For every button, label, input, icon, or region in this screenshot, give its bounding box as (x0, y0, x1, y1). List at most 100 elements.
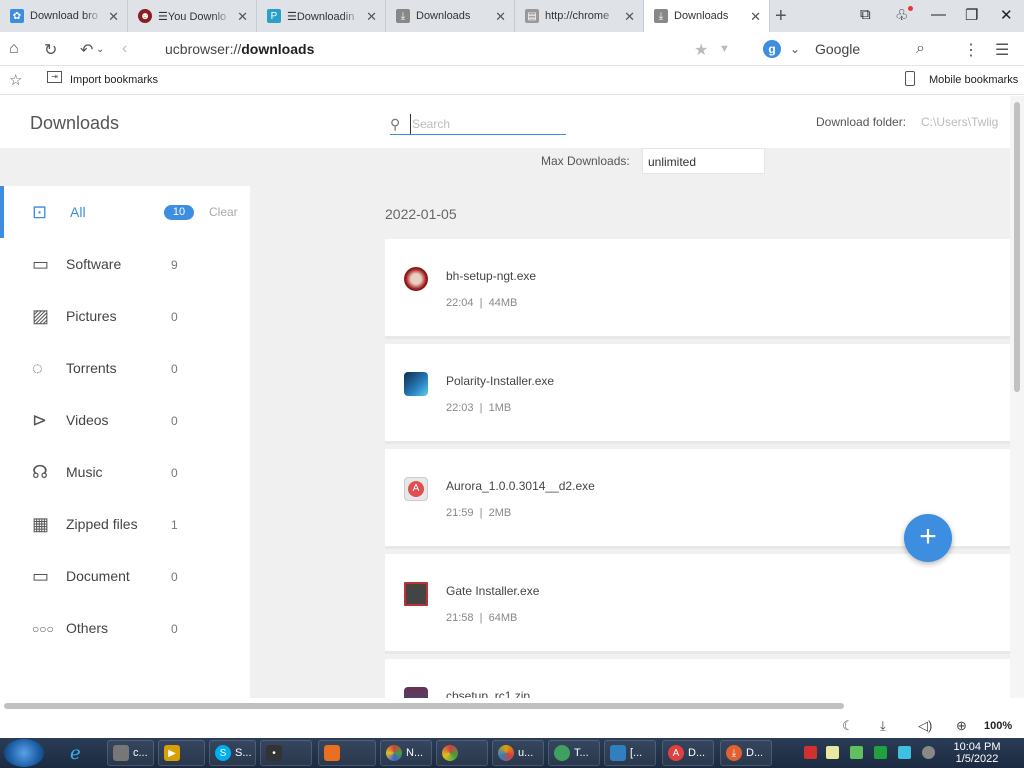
tab-chrome-url[interactable]: ▤ http://chrome ✕ (515, 0, 644, 32)
close-tab-icon[interactable]: ✕ (495, 9, 506, 25)
file-time: 21:59 (446, 507, 474, 519)
category-all[interactable]: ⊡ All 10 Clear (0, 186, 250, 238)
category-torrents[interactable]: ◌ Torrents 0 (0, 342, 250, 394)
mobile-bookmarks-link[interactable]: Mobile bookmarks (929, 74, 1018, 86)
download-item[interactable]: Polarity-Installer.exe 22:03 | 1MB (385, 344, 1010, 444)
import-bookmarks-link[interactable]: Import bookmarks (70, 74, 158, 86)
category-pictures[interactable]: ▨ Pictures 0 (0, 290, 250, 342)
close-window-icon[interactable]: ✕ (1000, 6, 1013, 24)
taskbar-item[interactable]: T... (548, 740, 600, 766)
add-download-button[interactable]: + (904, 514, 952, 562)
search-engine-icon[interactable]: g (763, 40, 781, 58)
file-name[interactable]: Aurora_1.0.0.3014__d2.exe (446, 479, 595, 493)
hamburger-menu-icon[interactable]: ☰ (995, 40, 1009, 60)
taskbar-item[interactable]: • (260, 740, 312, 766)
horizontal-scrollbar[interactable] (0, 698, 1024, 714)
tab-download-browser[interactable]: ✿ Download bro ✕ (0, 0, 128, 32)
tray-icon[interactable] (850, 746, 863, 759)
search-box: ⚲ (390, 114, 566, 135)
headphones-icon: ☊ (32, 462, 48, 482)
undo-icon[interactable]: ↶ (80, 40, 93, 60)
download-folder-path[interactable]: C:\Users\Twlig (921, 115, 998, 129)
windows-taskbar: ℯ c... ▶ S S... • N... u... T... [... A D.… (0, 738, 1024, 768)
download-item[interactable]: Gate Installer.exe 21:58 | 64MB (385, 554, 1010, 654)
new-tab-icon[interactable]: + (775, 5, 787, 28)
back-icon[interactable]: ‹ (122, 40, 127, 58)
scroll-thumb[interactable] (1014, 102, 1020, 392)
zoom-icon[interactable]: ⊕ (956, 718, 967, 734)
reload-icon[interactable]: ↻ (44, 40, 57, 60)
download-item[interactable]: bh-setup-ngt.exe 22:04 | 44MB (385, 239, 1010, 339)
category-zipped-files[interactable]: ▦ Zipped files 1 (0, 498, 250, 550)
tab-downloading[interactable]: P ☰Downloadin ✕ (257, 0, 386, 32)
taskbar-item[interactable] (436, 740, 488, 766)
tray-icon[interactable] (804, 746, 817, 759)
close-tab-icon[interactable]: ✕ (366, 9, 377, 25)
internet-explorer-icon[interactable]: ℯ (70, 743, 81, 764)
file-name[interactable]: cbsetup_rc1.zip (446, 689, 530, 698)
category-videos[interactable]: ⊳ Videos 0 (0, 394, 250, 446)
tray-icon[interactable] (922, 746, 935, 759)
clock-time: 10:04 PM (953, 741, 1001, 753)
engine-dropdown-icon[interactable]: ⌄ (790, 42, 800, 56)
tab-downloads-active[interactable]: ⤓ Downloads ✕ (644, 0, 770, 32)
taskbar-item[interactable]: S S... (209, 740, 256, 766)
window-tiles-icon[interactable]: ⧉ (860, 6, 871, 23)
start-button[interactable] (4, 739, 44, 767)
p-logo-icon: P (267, 9, 281, 23)
file-name[interactable]: bh-setup-ngt.exe (446, 269, 536, 283)
bookmark-dropdown-icon[interactable]: ▼ (719, 43, 730, 55)
max-downloads-select[interactable]: unlimited (642, 148, 765, 174)
search-icon[interactable]: ⌕ (916, 40, 925, 58)
zoom-level[interactable]: 100% (984, 720, 1012, 732)
page-title: Downloads (30, 113, 120, 133)
taskbar-item[interactable]: c... (107, 740, 154, 766)
taskbar-item[interactable]: ⤓ D... (720, 740, 772, 766)
more-menu-icon[interactable]: ⋮ (963, 40, 979, 60)
minimize-icon[interactable]: — (931, 6, 946, 23)
tab-downloads-1[interactable]: ⤓ Downloads ✕ (386, 0, 515, 32)
app-icon (113, 745, 129, 761)
close-tab-icon[interactable]: ✕ (624, 9, 635, 25)
taskbar-item[interactable] (318, 740, 376, 766)
maximize-icon[interactable]: ❐ (965, 6, 978, 24)
taskbar-item[interactable]: N... (380, 740, 432, 766)
category-others[interactable]: ○○○ Others 0 (0, 602, 250, 654)
tray-icon[interactable] (898, 746, 911, 759)
file-name[interactable]: Gate Installer.exe (446, 584, 539, 598)
address-bar[interactable]: ucbrowser://downloads (165, 41, 314, 57)
star-outline-icon[interactable]: ☆ (9, 71, 22, 89)
search-engine-name[interactable]: Google (815, 41, 860, 57)
close-tab-icon[interactable]: ✕ (108, 9, 119, 25)
category-document[interactable]: ▭ Document 0 (0, 550, 250, 602)
tray-icon[interactable] (874, 746, 887, 759)
volume-icon[interactable]: ◁) (918, 718, 932, 734)
close-tab-icon[interactable]: ✕ (750, 9, 761, 25)
taskbar-item[interactable]: ▶ (158, 740, 205, 766)
taskbar-item[interactable]: u... (492, 740, 544, 766)
picture-icon: ▨ (32, 306, 50, 326)
category-music[interactable]: ☊ Music 0 (0, 446, 250, 498)
shirt-skin-icon[interactable]: ♧ (895, 6, 908, 24)
file-name[interactable]: Polarity-Installer.exe (446, 374, 554, 388)
night-mode-icon[interactable]: ☾ (842, 718, 854, 734)
category-label: All (70, 204, 86, 220)
system-clock[interactable]: 10:04 PM 1/5/2022 (950, 741, 1004, 765)
vertical-scrollbar[interactable] (1010, 96, 1024, 698)
tray-icon[interactable] (826, 746, 839, 759)
star-bookmark-icon[interactable]: ★ (694, 40, 708, 60)
tab-you-download[interactable]: ☻ ☰You Downlo ✕ (128, 0, 257, 32)
download-icon: ⤓ (396, 9, 410, 23)
download-item[interactable]: cbsetup_rc1.zip (385, 659, 1010, 698)
search-input[interactable] (410, 114, 566, 134)
category-software[interactable]: ▭ Software 9 (0, 238, 250, 290)
home-icon[interactable]: ⌂ (9, 40, 19, 58)
scroll-thumb[interactable] (4, 703, 844, 709)
taskbar-item[interactable]: [... (604, 740, 656, 766)
taskbar-item[interactable]: A D... (662, 740, 714, 766)
taskbar-label: u... (518, 747, 534, 759)
download-status-icon[interactable]: ⤓ (880, 718, 886, 734)
chevron-down-icon[interactable]: ⌄ (96, 44, 104, 55)
clear-button[interactable]: Clear (209, 205, 238, 219)
close-tab-icon[interactable]: ✕ (237, 9, 248, 25)
